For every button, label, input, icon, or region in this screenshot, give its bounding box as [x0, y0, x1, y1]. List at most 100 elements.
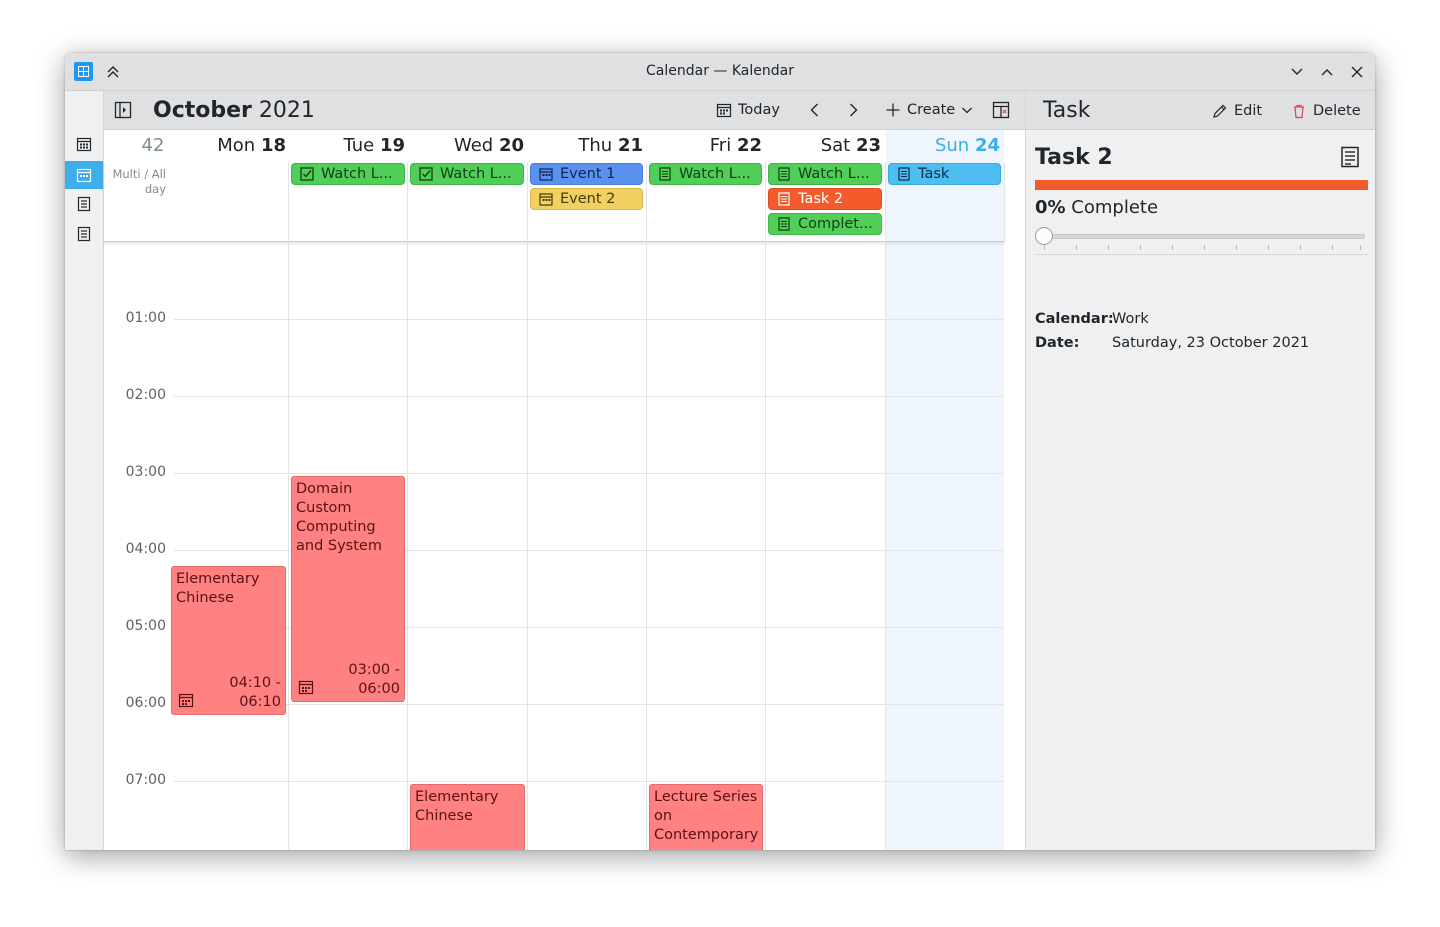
column-divider — [765, 162, 766, 242]
column-divider — [646, 243, 647, 850]
minimize-button[interactable] — [1286, 61, 1308, 83]
delete-button[interactable]: Delete — [1291, 99, 1361, 123]
item-label: Watch L... — [679, 166, 751, 182]
day-header-fri[interactable]: Fri 22 — [647, 135, 766, 156]
day-header-sun-today[interactable]: Sun 24 — [885, 135, 1004, 156]
day-name: Sun — [934, 135, 970, 156]
task-checked-icon — [419, 167, 433, 181]
month-view-button[interactable] — [65, 130, 103, 158]
day-header-thu[interactable]: Thu 21 — [528, 135, 647, 156]
task-details-panel: Task Edit Delete Task 2 0% Complete Cale… — [1025, 91, 1375, 850]
day-header-sat[interactable]: Sat 23 — [766, 135, 885, 156]
list-icon — [77, 196, 91, 212]
edit-label: Edit — [1234, 103, 1263, 119]
view-switcher — [65, 91, 104, 850]
slider-tick — [1360, 245, 1361, 250]
title-bar: Calendar — Kalendar — [65, 53, 1375, 91]
allday-task-sat-task2-selected[interactable]: Task 2 — [768, 188, 882, 210]
edit-button[interactable]: Edit — [1212, 99, 1262, 123]
create-button[interactable]: Create — [885, 97, 973, 123]
day-header-wed[interactable]: Wed 20 — [409, 135, 528, 156]
column-divider — [288, 243, 289, 850]
calendar-month-icon — [76, 137, 92, 152]
allday-event-thu-event1[interactable]: Event 1 — [530, 163, 643, 185]
chevron-right-icon — [850, 103, 858, 117]
slider-tick — [1204, 245, 1205, 250]
date-key: Date: — [1035, 335, 1080, 351]
time-grid: 01:00 02:00 03:00 04:00 05:00 06:00 07:0… — [104, 243, 1004, 850]
hour-line — [174, 781, 1004, 782]
day-number: 18 — [260, 135, 286, 156]
column-divider — [288, 162, 289, 242]
chevron-down-icon — [1291, 68, 1303, 75]
event-fri-lecture-series[interactable]: Lecture Series on Contemporary — [649, 784, 763, 850]
allday-task-sat-complete[interactable]: Complet... — [768, 213, 882, 235]
today-label: Today — [738, 102, 780, 118]
today-button[interactable]: Today — [716, 97, 780, 123]
column-divider — [885, 243, 886, 850]
date-row: Date: Saturday, 23 October 2021 — [1035, 335, 1309, 351]
close-button[interactable] — [1346, 61, 1368, 83]
day-name: Thu — [578, 135, 613, 156]
day-number: 23 — [855, 135, 881, 156]
column-divider — [407, 162, 408, 242]
event-wed-elementary-chinese[interactable]: Elementary Chinese — [410, 784, 525, 850]
column-divider — [646, 162, 647, 242]
day-name: Wed — [453, 135, 494, 156]
toggle-drawer-button[interactable] — [992, 97, 1010, 123]
calendar-event-icon — [178, 693, 194, 708]
hour-line — [174, 473, 1004, 474]
calendar-event-icon — [539, 193, 553, 206]
slider-tick — [1300, 245, 1301, 250]
completion-slider[interactable] — [1035, 225, 1368, 251]
item-label: Complet... — [798, 216, 873, 232]
day-number: 19 — [379, 135, 405, 156]
event-mon-elementary-chinese[interactable]: Elementary Chinese 04:10 - 06:10 — [171, 566, 286, 715]
day-header-tue[interactable]: Tue 19 — [290, 135, 409, 156]
toggle-sidebar-button[interactable] — [114, 97, 132, 123]
calendar-value: Work — [1112, 311, 1149, 327]
sidebar-toggle-icon — [114, 101, 132, 119]
week-view: 42 Mon 18 Tue 19 Wed 20 Thu 21 Fri 22 Sa… — [104, 130, 1059, 850]
day-header-mon[interactable]: Mon 18 — [171, 135, 290, 156]
allday-event-thu-event2[interactable]: Event 2 — [530, 188, 643, 210]
delete-label: Delete — [1313, 103, 1361, 119]
calendar-today-icon — [716, 103, 732, 118]
slider-tick — [1076, 245, 1077, 250]
allday-task-wed-watch[interactable]: Watch L... — [410, 163, 524, 185]
slider-tick — [1044, 245, 1045, 250]
week-view-button[interactable] — [65, 161, 103, 189]
column-divider — [407, 243, 408, 850]
column-divider — [765, 243, 766, 850]
allday-task-tue-watch[interactable]: Watch L... — [291, 163, 405, 185]
event-end-time: 06:10 — [239, 694, 281, 710]
slider-tick — [1236, 245, 1237, 250]
all-day-area: Multi / All day Watch L... Watch L... Ev… — [104, 162, 1005, 242]
task-list-icon — [778, 217, 790, 231]
tasks-view-button[interactable] — [65, 220, 103, 248]
item-label: Watch L... — [440, 166, 512, 182]
hour-line — [174, 704, 1004, 705]
calendar-row: Calendar: Work — [1035, 311, 1149, 327]
maximize-button[interactable] — [1316, 61, 1338, 83]
previous-week-button[interactable] — [807, 97, 823, 123]
slider-track — [1039, 234, 1365, 239]
app-window: Calendar — Kalendar October 2021 Today C… — [65, 53, 1375, 850]
item-label: Event 1 — [560, 166, 616, 182]
schedule-view-button[interactable] — [65, 190, 103, 218]
event-title: Elementary Chinese — [415, 789, 499, 824]
calendar-event-icon — [539, 168, 553, 181]
day-name: Tue — [343, 135, 375, 156]
slider-handle[interactable] — [1035, 227, 1053, 245]
next-week-button[interactable] — [845, 97, 861, 123]
allday-task-sat-watch[interactable]: Watch L... — [768, 163, 882, 185]
divider — [1035, 254, 1368, 255]
task-list-icon — [77, 226, 91, 242]
day-number: 24 — [974, 135, 1000, 156]
slider-tick — [1332, 245, 1333, 250]
allday-task-fri-watch[interactable]: Watch L... — [649, 163, 762, 185]
day-number: 20 — [498, 135, 524, 156]
event-tue-domain-custom-computing[interactable]: Domain Custom Computing and System 03:00… — [291, 476, 405, 702]
day-name: Mon — [217, 135, 256, 156]
allday-task-sun-task[interactable]: Task — [888, 163, 1001, 185]
